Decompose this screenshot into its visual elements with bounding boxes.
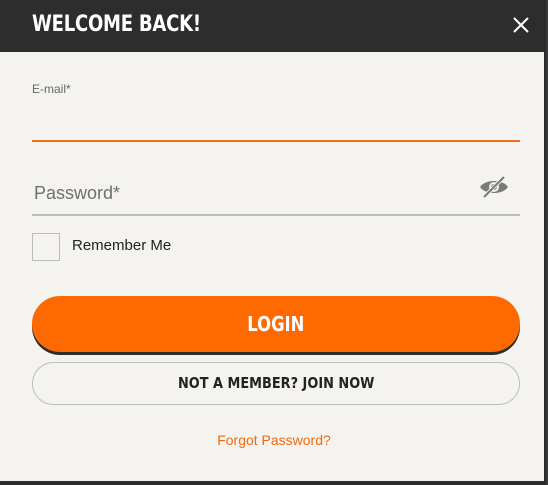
remember-me-checkbox[interactable]: [32, 233, 60, 261]
email-input[interactable]: [32, 100, 524, 138]
email-field: E-mail*: [32, 78, 524, 142]
login-button-label: LOGIN: [247, 312, 305, 336]
forgot-password-link[interactable]: Forgot Password?: [0, 432, 544, 448]
modal-title: WELCOME BACK!: [32, 12, 201, 37]
join-now-button-label: NOT A MEMBER? JOIN NOW: [177, 374, 375, 392]
close-icon: [513, 17, 529, 33]
eye-slash-icon: [480, 175, 508, 199]
password-field: [32, 170, 520, 216]
close-button[interactable]: [510, 14, 532, 36]
email-label: E-mail*: [32, 82, 71, 96]
remember-me-row: Remember Me: [32, 233, 332, 263]
modal-header: WELCOME BACK!: [0, 0, 544, 52]
password-visibility-toggle[interactable]: [478, 174, 510, 200]
join-now-button[interactable]: NOT A MEMBER? JOIN NOW: [32, 362, 520, 405]
password-input[interactable]: [32, 174, 476, 212]
remember-me-label[interactable]: Remember Me: [72, 237, 171, 254]
login-modal: WELCOME BACK! E-mail* Remember Me LOGIN …: [0, 0, 546, 485]
login-button[interactable]: LOGIN: [32, 296, 520, 352]
